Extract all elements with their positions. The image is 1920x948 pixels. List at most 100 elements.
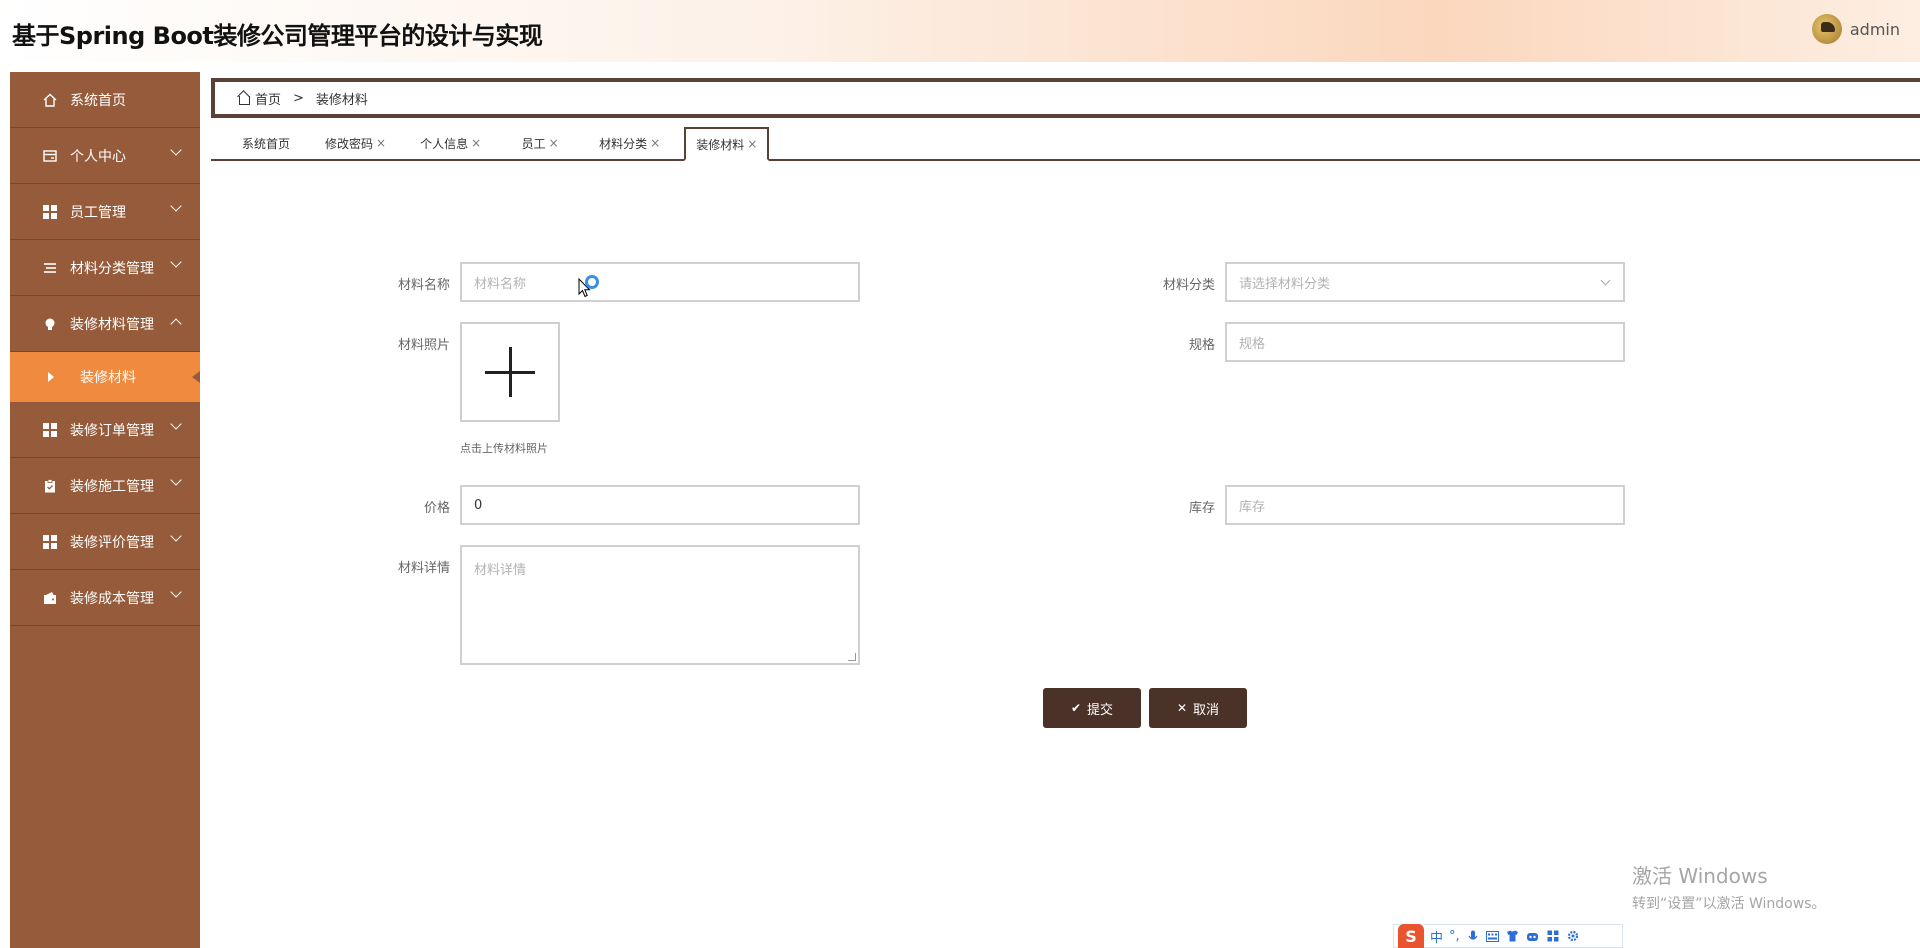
breadcrumb-current: 装修材料: [315, 92, 368, 108]
breadcrumb-home[interactable]: 首页: [255, 89, 281, 108]
list-icon: [42, 260, 58, 276]
tab-personal-info[interactable]: 个人信息 ×: [410, 127, 491, 159]
keyboard-icon[interactable]: [1486, 929, 1500, 943]
material-name-label: 材料名称: [397, 278, 450, 293]
spec-label: 规格: [1188, 338, 1215, 353]
material-category-label: 材料分类: [1162, 278, 1215, 293]
sidebar-item-label: 装修订单管理: [70, 422, 154, 439]
tab-label: 材料分类: [599, 136, 648, 151]
close-icon[interactable]: ×: [747, 137, 757, 151]
tab-material[interactable]: 装修材料 ×: [684, 127, 770, 161]
sidebar-item-material[interactable]: 装修材料管理: [10, 296, 200, 352]
caret-right-icon: [48, 372, 54, 382]
sidebar-item-label: 材料分类管理: [70, 260, 154, 277]
sidebar-item-label: 员工管理: [70, 204, 126, 221]
sogou-logo-icon[interactable]: S: [1398, 924, 1424, 948]
sidebar-item-label: 装修评价管理: [70, 534, 154, 551]
close-icon[interactable]: ×: [549, 136, 559, 150]
robot-icon[interactable]: [1526, 929, 1540, 943]
material-photo-label: 材料照片: [397, 338, 450, 353]
grid-icon: [42, 534, 58, 550]
tab-label: 修改密码: [325, 136, 374, 151]
stock-label: 库存: [1188, 501, 1215, 516]
user-menu[interactable]: admin: [1811, 14, 1900, 44]
microphone-icon[interactable]: [1466, 929, 1480, 943]
material-name-input[interactable]: 材料名称: [460, 262, 860, 302]
grid-icon: [42, 204, 58, 220]
spec-input[interactable]: 规格: [1225, 322, 1625, 362]
card-icon: [42, 148, 58, 164]
tabs-bar: 系统首页 修改密码 × 个人信息 × 员工 × 材料分类 × 装修材料 ×: [211, 127, 1920, 161]
tab-staff[interactable]: 员工 ×: [505, 127, 575, 159]
active-indicator-icon: [192, 371, 200, 383]
ime-mode-toggle[interactable]: 中: [1430, 927, 1443, 946]
close-icon[interactable]: ×: [471, 136, 481, 150]
watermark-subtitle: 转到“设置”以激活 Windows。: [1632, 896, 1826, 912]
close-icon: ✕: [1176, 701, 1188, 715]
tab-material-category[interactable]: 材料分类 ×: [589, 127, 670, 159]
material-detail-textarea[interactable]: 材料详情: [460, 545, 860, 665]
chevron-up-icon: [170, 318, 182, 330]
ime-toolbar: S 中 °,: [1393, 924, 1623, 948]
username[interactable]: admin: [1850, 20, 1900, 39]
cancel-button[interactable]: ✕ 取消: [1149, 688, 1247, 728]
tab-label: 个人信息: [420, 136, 469, 151]
tab-change-password[interactable]: 修改密码 ×: [315, 127, 396, 159]
close-icon[interactable]: ×: [650, 136, 660, 150]
sidebar-item-label: 装修施工管理: [70, 478, 154, 495]
chevron-down-icon: [170, 474, 182, 486]
sidebar-item-label: 装修材料管理: [70, 316, 154, 333]
ime-punctuation-toggle[interactable]: °,: [1449, 929, 1460, 944]
sidebar-subitem-material[interactable]: 装修材料: [10, 352, 200, 402]
sidebar-item-reviews[interactable]: 装修评价管理: [10, 514, 200, 570]
skin-icon[interactable]: [1506, 929, 1520, 943]
price-label: 价格: [423, 501, 450, 516]
apps-grid-icon[interactable]: [1546, 929, 1560, 943]
top-header: 基于Spring Boot装修公司管理平台的设计与实现 admin: [0, 0, 1920, 62]
stock-input[interactable]: 库存: [1225, 485, 1625, 525]
close-icon[interactable]: ×: [376, 136, 386, 150]
chevron-down-icon: [1600, 275, 1611, 286]
chevron-down-icon: [170, 200, 182, 212]
bulb-icon: [42, 316, 58, 332]
wallet-icon: [42, 590, 58, 606]
material-detail-label: 材料详情: [397, 561, 450, 576]
tab-home[interactable]: 系统首页: [231, 127, 301, 159]
home-icon[interactable]: [237, 91, 251, 105]
tab-label: 系统首页: [241, 136, 290, 151]
tab-label: 装修材料: [696, 137, 745, 152]
sidebar-item-staff[interactable]: 员工管理: [10, 184, 200, 240]
material-category-select[interactable]: 请选择材料分类: [1225, 262, 1625, 302]
sidebar-item-label: 系统首页: [70, 92, 126, 109]
app-title: 基于Spring Boot装修公司管理平台的设计与实现: [12, 22, 543, 50]
breadcrumb: 首页 > 装修材料: [211, 78, 1920, 118]
price-input[interactable]: 0: [460, 485, 860, 525]
grid-icon: [42, 422, 58, 438]
sidebar-item-cost[interactable]: 装修成本管理: [10, 570, 200, 626]
upload-hint: 点击上传材料照片: [460, 442, 548, 455]
sidebar-item-home[interactable]: 系统首页: [10, 72, 200, 128]
avatar[interactable]: [1811, 14, 1842, 44]
cancel-label: 取消: [1193, 702, 1220, 718]
sidebar-item-construction[interactable]: 装修施工管理: [10, 458, 200, 514]
sidebar-item-personal-center[interactable]: 个人中心: [10, 128, 200, 184]
submit-label: 提交: [1087, 702, 1114, 718]
sidebar-item-label: 个人中心: [70, 148, 126, 165]
chevron-down-icon: [170, 530, 182, 542]
sidebar-subitem-label: 装修材料: [80, 370, 136, 386]
loading-spinner-icon: [585, 275, 599, 289]
clipboard-icon: [42, 478, 58, 494]
windows-activation-watermark: 激活 Windows 转到“设置”以激活 Windows。: [1632, 860, 1825, 913]
photo-upload-button[interactable]: [460, 322, 560, 422]
sidebar-item-orders[interactable]: 装修订单管理: [10, 402, 200, 458]
submit-button[interactable]: ✔ 提交: [1043, 688, 1141, 728]
chevron-down-icon: [170, 418, 182, 430]
textarea-placeholder: 材料详情: [474, 563, 527, 578]
sidebar-item-label: 装修成本管理: [70, 590, 154, 607]
check-icon: ✔: [1070, 701, 1082, 715]
chevron-down-icon: [170, 144, 182, 156]
resize-handle-icon[interactable]: [848, 653, 856, 661]
settings-gear-icon[interactable]: [1566, 929, 1580, 943]
watermark-title: 激活 Windows: [1632, 864, 1768, 888]
sidebar-item-material-category[interactable]: 材料分类管理: [10, 240, 200, 296]
